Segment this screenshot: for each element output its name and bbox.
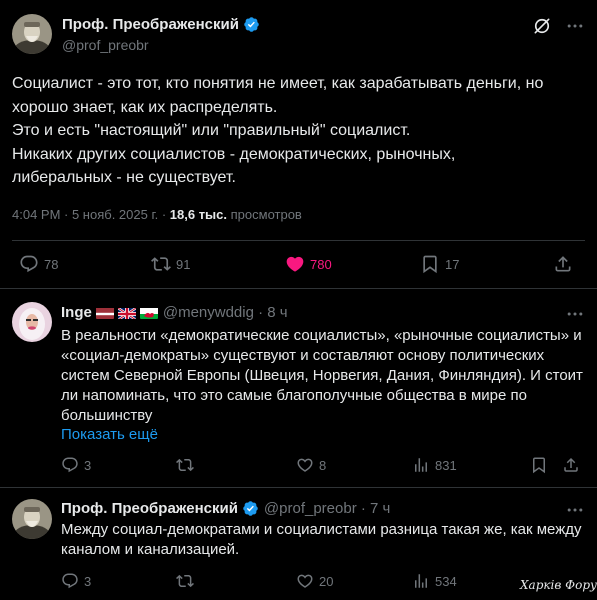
tweet-text-line: Социалист - это тот, кто понятия не имее… [12,75,544,92]
reply-icon [19,254,39,274]
avatar[interactable] [12,499,52,539]
share-button[interactable] [553,254,573,274]
repost-icon [176,572,194,590]
like-count: 8 [319,457,327,473]
views-count: 831 [435,457,457,473]
author-name[interactable]: Проф. Преображенский [62,16,260,33]
wales-flag-icon [139,307,158,319]
bookmark-icon [530,456,548,474]
tweet-actions: 78 91 780 17 [0,254,597,278]
bookmark-count: 17 [445,256,460,272]
reply-count: 78 [44,256,59,272]
more-icon[interactable] [565,16,585,36]
reply-text-line: ли напоминать, что это самые благополучн… [61,387,527,404]
reply-button[interactable]: 78 [19,254,58,274]
repost-button[interactable] [176,572,194,590]
verified-icon [242,500,259,517]
divider [12,240,585,241]
tweet-text-line: Никаких других социалистов - демократиче… [12,145,456,163]
reply-author[interactable]: Inge @menywddig · 8 ч [61,304,288,321]
reply-text-line: каналом и канализацией. [61,541,240,558]
share-icon [553,254,573,274]
bookmark-button[interactable] [530,456,548,474]
avatar[interactable] [12,14,52,54]
reply-text: Между социал-демократами и социалистами … [61,520,582,560]
views-label: просмотров [227,207,302,222]
reply-author-handle[interactable]: @menywddig · 8 ч [163,304,288,321]
reply-count: 3 [84,573,92,589]
views-icon [412,456,430,474]
like-button[interactable]: 20 [296,572,333,590]
reply-text-line: В реальности «демократические социалисты… [61,327,582,344]
tweet-text: Социалист - это тот, кто понятия не имее… [12,72,582,190]
reply-author[interactable]: Проф. Преображенский @prof_preobr · 7 ч [61,500,390,517]
reply-button[interactable]: 3 [61,456,91,474]
tweet-text-line: либеральных - не существует. [12,169,236,186]
like-button[interactable]: 8 [296,456,326,474]
reply-icon [61,572,79,590]
more-icon[interactable] [565,500,585,520]
views-button[interactable]: 831 [412,456,457,474]
tweet-text-line: хорошо знает, как их распределять. [12,98,278,116]
author-name-text[interactable]: Проф. Преображенский [62,16,239,33]
bookmark-button[interactable]: 17 [420,254,459,274]
like-count: 780 [310,256,332,272]
like-icon [296,572,314,590]
repost-button[interactable] [176,456,194,474]
author-handle[interactable]: @prof_preobr [62,37,149,53]
repost-icon [151,254,171,274]
more-icon[interactable] [565,304,585,324]
watermark: Харків Форум [520,578,597,592]
reply-tweet[interactable]: Проф. Преображенский @prof_preobr · 7 ч … [0,489,597,600]
grok-icon[interactable] [532,16,552,36]
reply-actions: 3 8 831 [0,456,597,480]
like-icon [285,254,305,274]
reply-icon [61,456,79,474]
bookmark-icon [420,254,440,274]
like-icon [296,456,314,474]
reply-count: 3 [84,457,92,473]
views-count: 534 [435,573,457,589]
verified-icon [243,16,260,33]
latvia-flag-icon [95,307,114,319]
like-button[interactable]: 780 [285,254,332,274]
reply-author-handle[interactable]: @prof_preobr · 7 ч [264,500,390,517]
reply-text-line: большинству [61,407,153,424]
reply-text-line: «социал-демократы» существуют и составля… [61,347,545,364]
timestamp[interactable]: 4:04 PM · 5 нояб. 2025 г. · [12,207,170,222]
share-button[interactable] [562,456,580,474]
reply-text-line: Между социал-демократами и социалистами … [61,521,582,538]
tweet-meta: 4:04 PM · 5 нояб. 2025 г. · 18,6 тыс. пр… [12,207,302,222]
views-count: 18,6 тыс. [169,207,228,222]
repost-count: 91 [176,256,191,272]
uk-flag-icon [117,306,136,319]
main-tweet: Проф. Преображенский @prof_preobr Социал… [0,0,597,289]
views-button[interactable]: 534 [412,572,457,590]
like-count: 20 [319,573,334,589]
reply-text: В реальности «демократические социалисты… [61,326,583,426]
reply-actions: 3 20 534 [0,572,597,596]
show-more-link[interactable]: Показать ещё [61,426,158,443]
views-icon [412,572,430,590]
repost-button[interactable]: 91 [151,254,190,274]
avatar[interactable] [12,302,52,342]
reply-tweet[interactable]: Inge @menywddig · 8 ч В реальности «демо… [0,290,597,488]
reply-text-line: систем Северной Европы (Швеция, Норвегия… [61,367,583,384]
reply-author-name[interactable]: Проф. Преображенский [61,500,238,517]
reply-button[interactable]: 3 [61,572,91,590]
share-icon [562,456,580,474]
reply-author-name[interactable]: Inge [61,304,92,321]
tweet-text-line: Это и есть "настоящий" или "правильный" … [12,122,411,139]
repost-icon [176,456,194,474]
